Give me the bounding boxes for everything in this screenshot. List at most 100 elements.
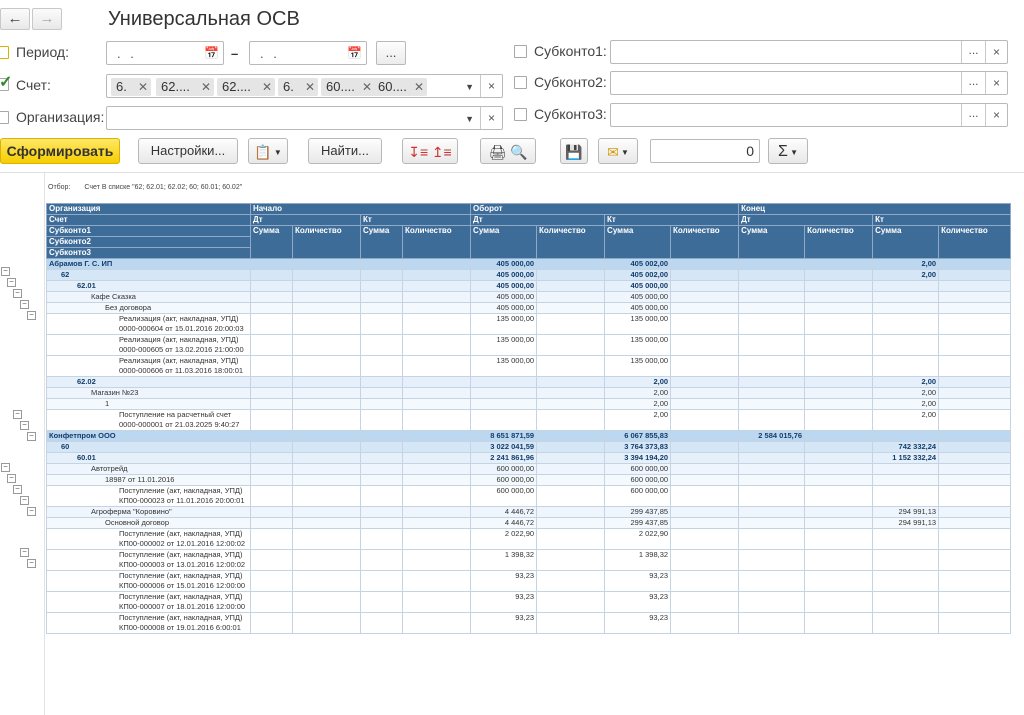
cell-value (804, 591, 874, 613)
group-row[interactable]: Конфетпром ООО 8 651 871,59 6 067 855,83 2 … (46, 430, 1012, 442)
period-select-button[interactable]: ... (376, 41, 406, 65)
group-row[interactable]: Агроферма "Коровино" 4 446,72 299 437,85 29… (46, 506, 1012, 518)
group-row[interactable]: 62.01 405 000,00 405 000,00 (46, 280, 1012, 292)
account-chip[interactable]: 62.... ✕ (217, 78, 275, 96)
send-email-button[interactable]: ✉ ▼ (598, 138, 638, 164)
account-chip[interactable]: 62.... ✕ (156, 78, 214, 96)
clear-icon[interactable]: × (985, 104, 1007, 126)
group-row[interactable]: Абрамов Г. С. ИП 405 000,00 405 002,00 2,00 (46, 258, 1012, 270)
preview-icon[interactable]: 🔍 (510, 140, 527, 164)
sort-asc-icon[interactable]: ↥≡ (432, 140, 452, 164)
account-chip[interactable]: 6. ✕ (111, 78, 151, 96)
print-icon[interactable]: 🖨 (489, 140, 507, 164)
select-button[interactable]: ... (961, 72, 985, 94)
subkonto3-checkbox[interactable] (514, 108, 527, 121)
settings-button[interactable]: Настройки... (138, 138, 238, 164)
subkonto2-field[interactable]: ... × (610, 71, 1008, 95)
clear-icon[interactable]: × (480, 107, 502, 129)
document-row[interactable]: Поступление (акт, накладная, УПД) КП00-0… (46, 549, 1012, 571)
cell-value (670, 269, 740, 281)
collapse-icon[interactable]: − (27, 559, 36, 568)
print-buttons[interactable]: 🖨 🔍 (480, 138, 536, 164)
select-button[interactable]: ... (961, 104, 985, 126)
organization-checkbox[interactable] (0, 111, 9, 124)
back-button[interactable]: ← (0, 8, 30, 30)
group-row[interactable]: Кафе Сказка 405 000,00 405 000,00 (46, 291, 1012, 303)
group-row[interactable]: 62 405 000,00 405 002,00 2,00 (46, 269, 1012, 281)
document-row[interactable]: Поступление (акт, накладная, УПД) КП00-0… (46, 570, 1012, 592)
collapse-icon[interactable]: − (1, 463, 10, 472)
generate-button[interactable]: Сформировать (0, 138, 120, 164)
collapse-icon[interactable]: − (13, 289, 22, 298)
save-button[interactable]: 💾 (560, 138, 588, 164)
cell-value: 2,00 (604, 376, 672, 388)
account-chip[interactable]: 6. ✕ (278, 78, 318, 96)
clear-icon[interactable]: × (985, 41, 1007, 63)
variants-button[interactable]: 📋 ▼ (248, 138, 288, 164)
cell-value (250, 376, 293, 388)
select-button[interactable]: ... (961, 41, 985, 63)
forward-button[interactable]: → (32, 8, 62, 30)
remove-chip-icon[interactable]: ✕ (201, 78, 211, 96)
sort-buttons[interactable]: ↧≡ ↥≡ (402, 138, 458, 164)
group-row[interactable]: Магазин №23 2,00 2,00 (46, 387, 1012, 399)
group-row[interactable]: 60 3 022 041,59 3 764 373,83 742 332,24 (46, 441, 1012, 453)
remove-chip-icon[interactable]: ✕ (414, 78, 424, 96)
account-chip[interactable]: 60.... ✕ (373, 78, 427, 96)
remove-chip-icon[interactable]: ✕ (305, 78, 315, 96)
collapse-icon[interactable]: − (13, 410, 22, 419)
group-row[interactable]: 62.02 2,00 2,00 (46, 376, 1012, 388)
group-row[interactable]: Автотрейд 600 000,00 600 000,00 (46, 463, 1012, 475)
cell-value (804, 612, 874, 634)
collapse-icon[interactable]: − (27, 432, 36, 441)
clear-icon[interactable]: × (480, 75, 502, 97)
calendar-icon[interactable]: 📅 (204, 46, 219, 60)
document-row[interactable]: Реализация (акт, накладная, УПД) 0000-00… (46, 334, 1012, 356)
subkonto2-checkbox[interactable] (514, 76, 527, 89)
collapse-icon[interactable]: − (20, 496, 29, 505)
remove-chip-icon[interactable]: ✕ (262, 78, 272, 96)
collapse-icon[interactable]: − (7, 278, 16, 287)
document-row[interactable]: Поступление (акт, накладная, УПД) КП00-0… (46, 485, 1012, 507)
collapse-icon[interactable]: − (20, 300, 29, 309)
collapse-icon[interactable]: − (27, 507, 36, 516)
clear-icon[interactable]: × (985, 72, 1007, 94)
document-row[interactable]: Реализация (акт, накладная, УПД) 0000-00… (46, 355, 1012, 377)
document-row[interactable]: Поступление (акт, накладная, УПД) КП00-0… (46, 528, 1012, 550)
subkonto3-field[interactable]: ... × (610, 103, 1008, 127)
selection-sum-field[interactable]: 0 (650, 139, 760, 163)
find-button[interactable]: Найти... (308, 138, 382, 164)
group-row[interactable]: 18987 от 11.01.2016 600 000,00 600 000,00 (46, 474, 1012, 486)
document-row[interactable]: Реализация (акт, накладная, УПД) 0000-00… (46, 313, 1012, 335)
collapse-icon[interactable]: − (1, 267, 10, 276)
group-row[interactable]: Без договора 405 000,00 405 000,00 (46, 302, 1012, 314)
remove-chip-icon[interactable]: ✕ (362, 78, 372, 96)
organization-field[interactable]: ▼ × (106, 106, 503, 130)
collapse-icon[interactable]: − (13, 485, 22, 494)
group-row[interactable]: 60.01 2 241 861,96 3 394 194,20 1 152 332,2… (46, 452, 1012, 464)
sum-button[interactable]: Σ ▼ (768, 138, 808, 164)
subkonto1-checkbox[interactable] (514, 45, 527, 58)
sort-desc-icon[interactable]: ↧≡ (408, 140, 428, 164)
document-row[interactable]: Поступление (акт, накладная, УПД) КП00-0… (46, 612, 1012, 634)
account-chips-field[interactable]: 6. ✕ 62.... ✕ 62.... ✕ 6. ✕ 60.... ✕ 60.... ✕ … (106, 74, 503, 98)
dropdown-arrow-icon[interactable]: ▼ (465, 110, 474, 128)
collapse-icon[interactable]: − (20, 421, 29, 430)
group-row[interactable]: 1 2,00 2,00 (46, 398, 1012, 410)
dropdown-arrow-icon[interactable]: ▼ (465, 78, 474, 96)
document-row[interactable]: Поступление на расчетный счет 0000-00000… (46, 409, 1012, 431)
remove-chip-icon[interactable]: ✕ (138, 78, 148, 96)
account-chip[interactable]: 60.... ✕ (321, 78, 375, 96)
group-row[interactable]: Основной договор 4 446,72 299 437,85 294 99… (46, 517, 1012, 529)
collapse-icon[interactable]: − (7, 474, 16, 483)
period-checkbox[interactable] (0, 46, 9, 59)
period-from-field[interactable]: . . 📅 (106, 41, 224, 65)
collapse-icon[interactable]: − (27, 311, 36, 320)
calendar-icon[interactable]: 📅 (347, 46, 362, 60)
subkonto1-field[interactable]: ... × (610, 40, 1008, 64)
collapse-icon[interactable]: − (20, 548, 29, 557)
period-to-field[interactable]: . . 📅 (249, 41, 367, 65)
document-row[interactable]: Поступление (акт, накладная, УПД) КП00-0… (46, 591, 1012, 613)
cell-value (292, 280, 361, 292)
report-area[interactable]: Отбор: Счет В списке "62; 62.01; 62.02; 6… (0, 172, 1024, 715)
